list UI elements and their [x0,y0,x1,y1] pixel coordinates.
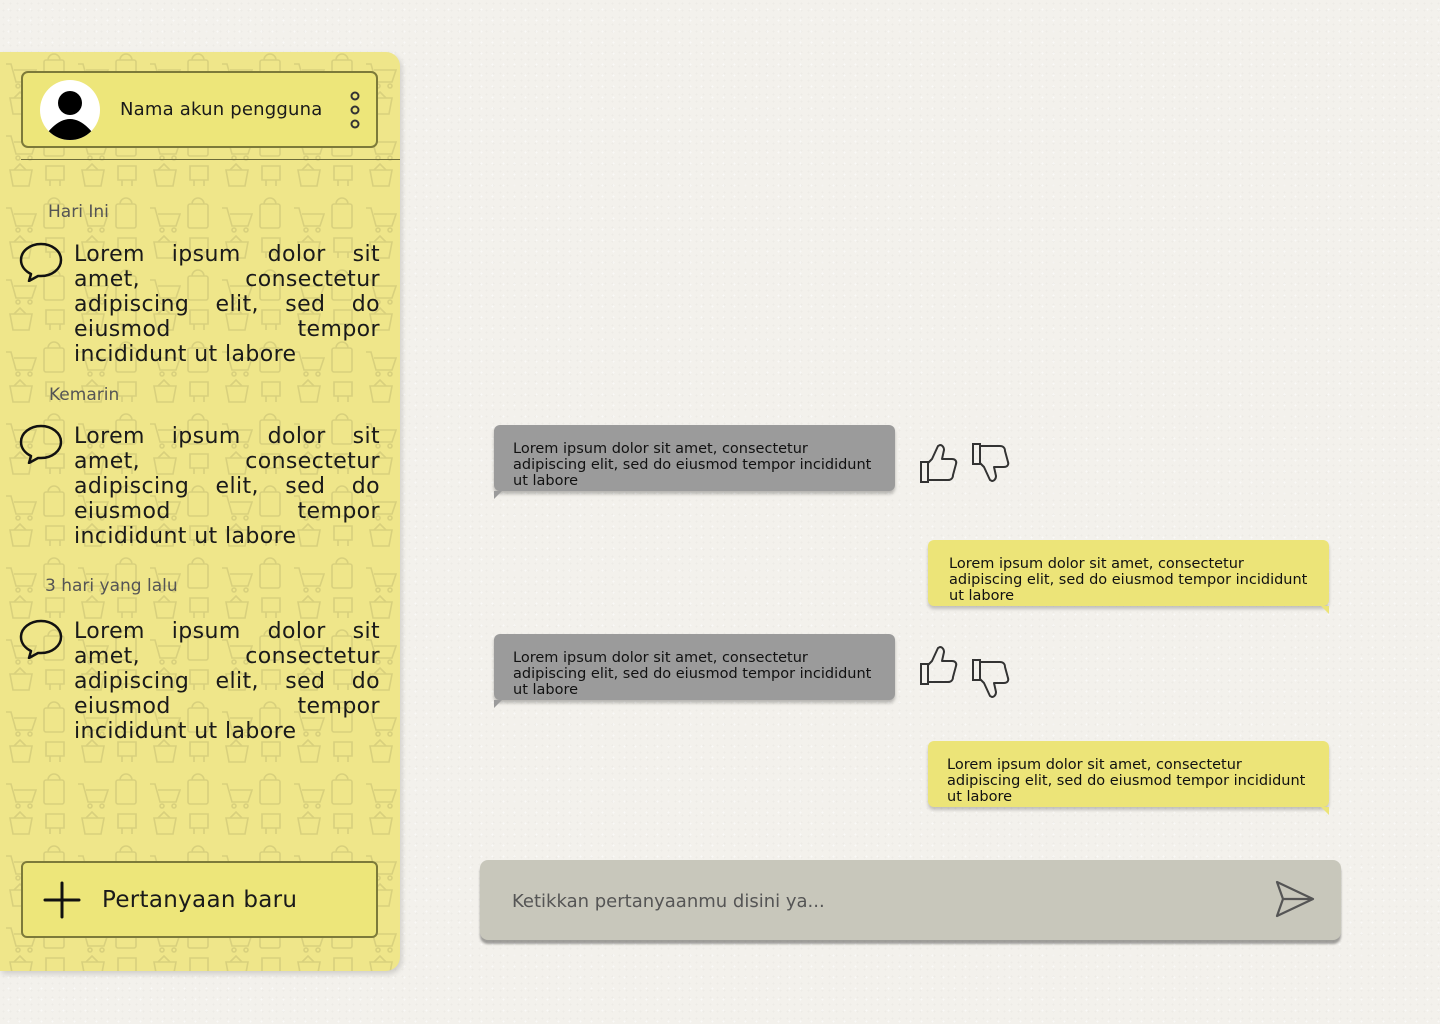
history-group-label-today: Hari Ini [48,202,109,222]
account-card[interactable]: Nama akun pengguna [21,71,378,148]
history-group-label-3-days: 3 hari yang lalu [45,576,178,596]
message-input[interactable] [510,880,1254,922]
message-text: Lorem ipsum dolor sit amet, consectetur … [513,650,872,698]
plus-icon [43,881,81,918]
message-input-bar [480,860,1341,940]
history-item-text: Lorem ipsum dolor sit amet, consectetur … [74,242,380,367]
message-text: Lorem ipsum dolor sit amet, consectetur … [513,441,872,489]
message-text: Lorem ipsum dolor sit amet, consectetur … [949,556,1308,604]
thumbs-down-icon[interactable] [970,656,1014,702]
chat-bubble-icon [19,619,63,659]
chat-bubble-icon [19,424,63,464]
history-item-text: Lorem ipsum dolor sit amet, consectetur … [74,619,380,744]
thumbs-up-icon[interactable] [918,642,962,688]
new-question-button[interactable]: Pertanyaan baru [21,861,378,938]
user-message: Lorem ipsum dolor sit amet, consectetur … [928,741,1329,815]
account-name: Nama akun pengguna [120,99,323,120]
send-icon[interactable] [1273,877,1317,921]
history-item-text: Lorem ipsum dolor sit amet, consectetur … [74,424,380,549]
new-question-label: Pertanyaan baru [102,886,298,913]
user-icon [48,90,92,140]
more-vertical-icon[interactable] [348,90,362,130]
user-message: Lorem ipsum dolor sit amet, consectetur … [928,540,1329,614]
sidebar: Nama akun pengguna Hari Ini Lorem ipsum … [0,52,400,971]
bot-message: Lorem ipsum dolor sit amet, consectetur … [494,634,895,708]
divider [21,159,400,160]
chat-bubble-icon [19,242,63,282]
history-group-label-yesterday: Kemarin [49,385,120,405]
bot-message: Lorem ipsum dolor sit amet, consectetur … [494,425,895,499]
avatar [40,79,100,140]
message-text: Lorem ipsum dolor sit amet, consectetur … [947,757,1306,805]
thumbs-up-icon[interactable] [918,440,962,486]
thumbs-down-icon[interactable] [970,440,1014,486]
